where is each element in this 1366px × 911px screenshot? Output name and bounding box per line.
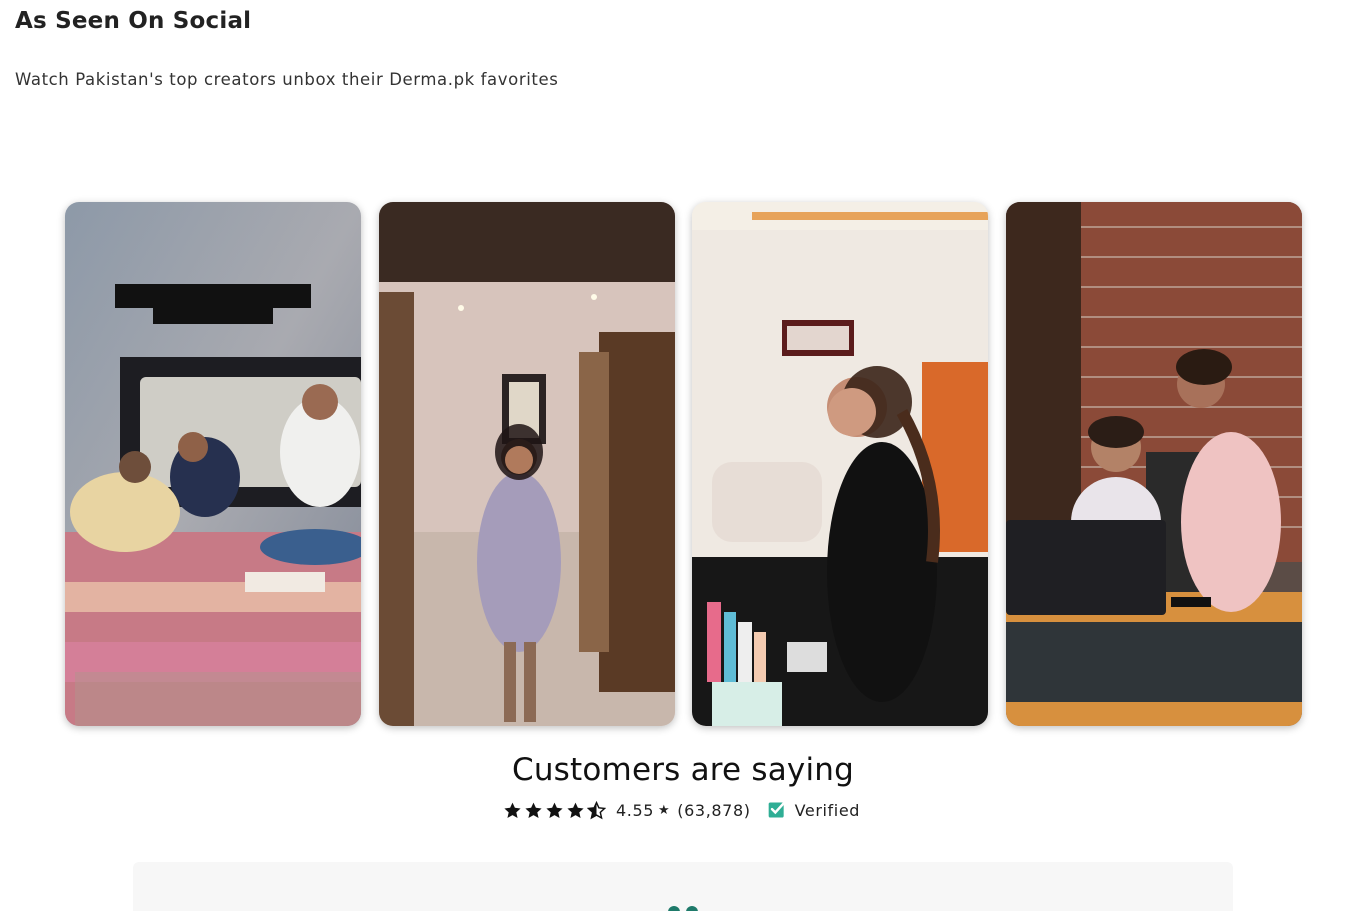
testimonial-panel <box>133 862 1233 911</box>
star-full-icon <box>504 802 521 818</box>
verified-label: Verified <box>794 800 861 820</box>
star-full-icon <box>525 802 542 818</box>
star-full-icon <box>567 802 584 818</box>
video-thumbnail-livingroom-woman <box>692 202 988 726</box>
star-rating <box>503 800 608 820</box>
video-card-3[interactable] <box>692 202 988 726</box>
video-thumbnail-office-laptop <box>1006 202 1302 726</box>
section-title: As Seen On Social <box>15 8 252 34</box>
rating-summary[interactable]: 4.55 ★ (63,878) Verified <box>503 798 860 822</box>
video-card-1[interactable] <box>65 202 361 726</box>
star-full-icon <box>546 802 563 818</box>
review-count: (63,878) <box>677 800 751 820</box>
video-card-2[interactable] <box>379 202 675 726</box>
verified-check-icon <box>768 802 785 818</box>
rating-star-glyph: ★ <box>658 802 671 818</box>
section-subtitle: Watch Pakistan's top creators unbox thei… <box>15 70 559 89</box>
video-card-4[interactable] <box>1006 202 1302 726</box>
video-thumbnail-hallway-woman <box>379 202 675 726</box>
video-carousel <box>65 202 1302 726</box>
video-thumbnail-bedroom-group <box>65 202 361 726</box>
quote-icon <box>668 906 698 911</box>
reviews-title: Customers are saying <box>511 752 854 788</box>
star-half-icon <box>587 800 606 819</box>
rating-score: 4.55 <box>616 800 655 820</box>
